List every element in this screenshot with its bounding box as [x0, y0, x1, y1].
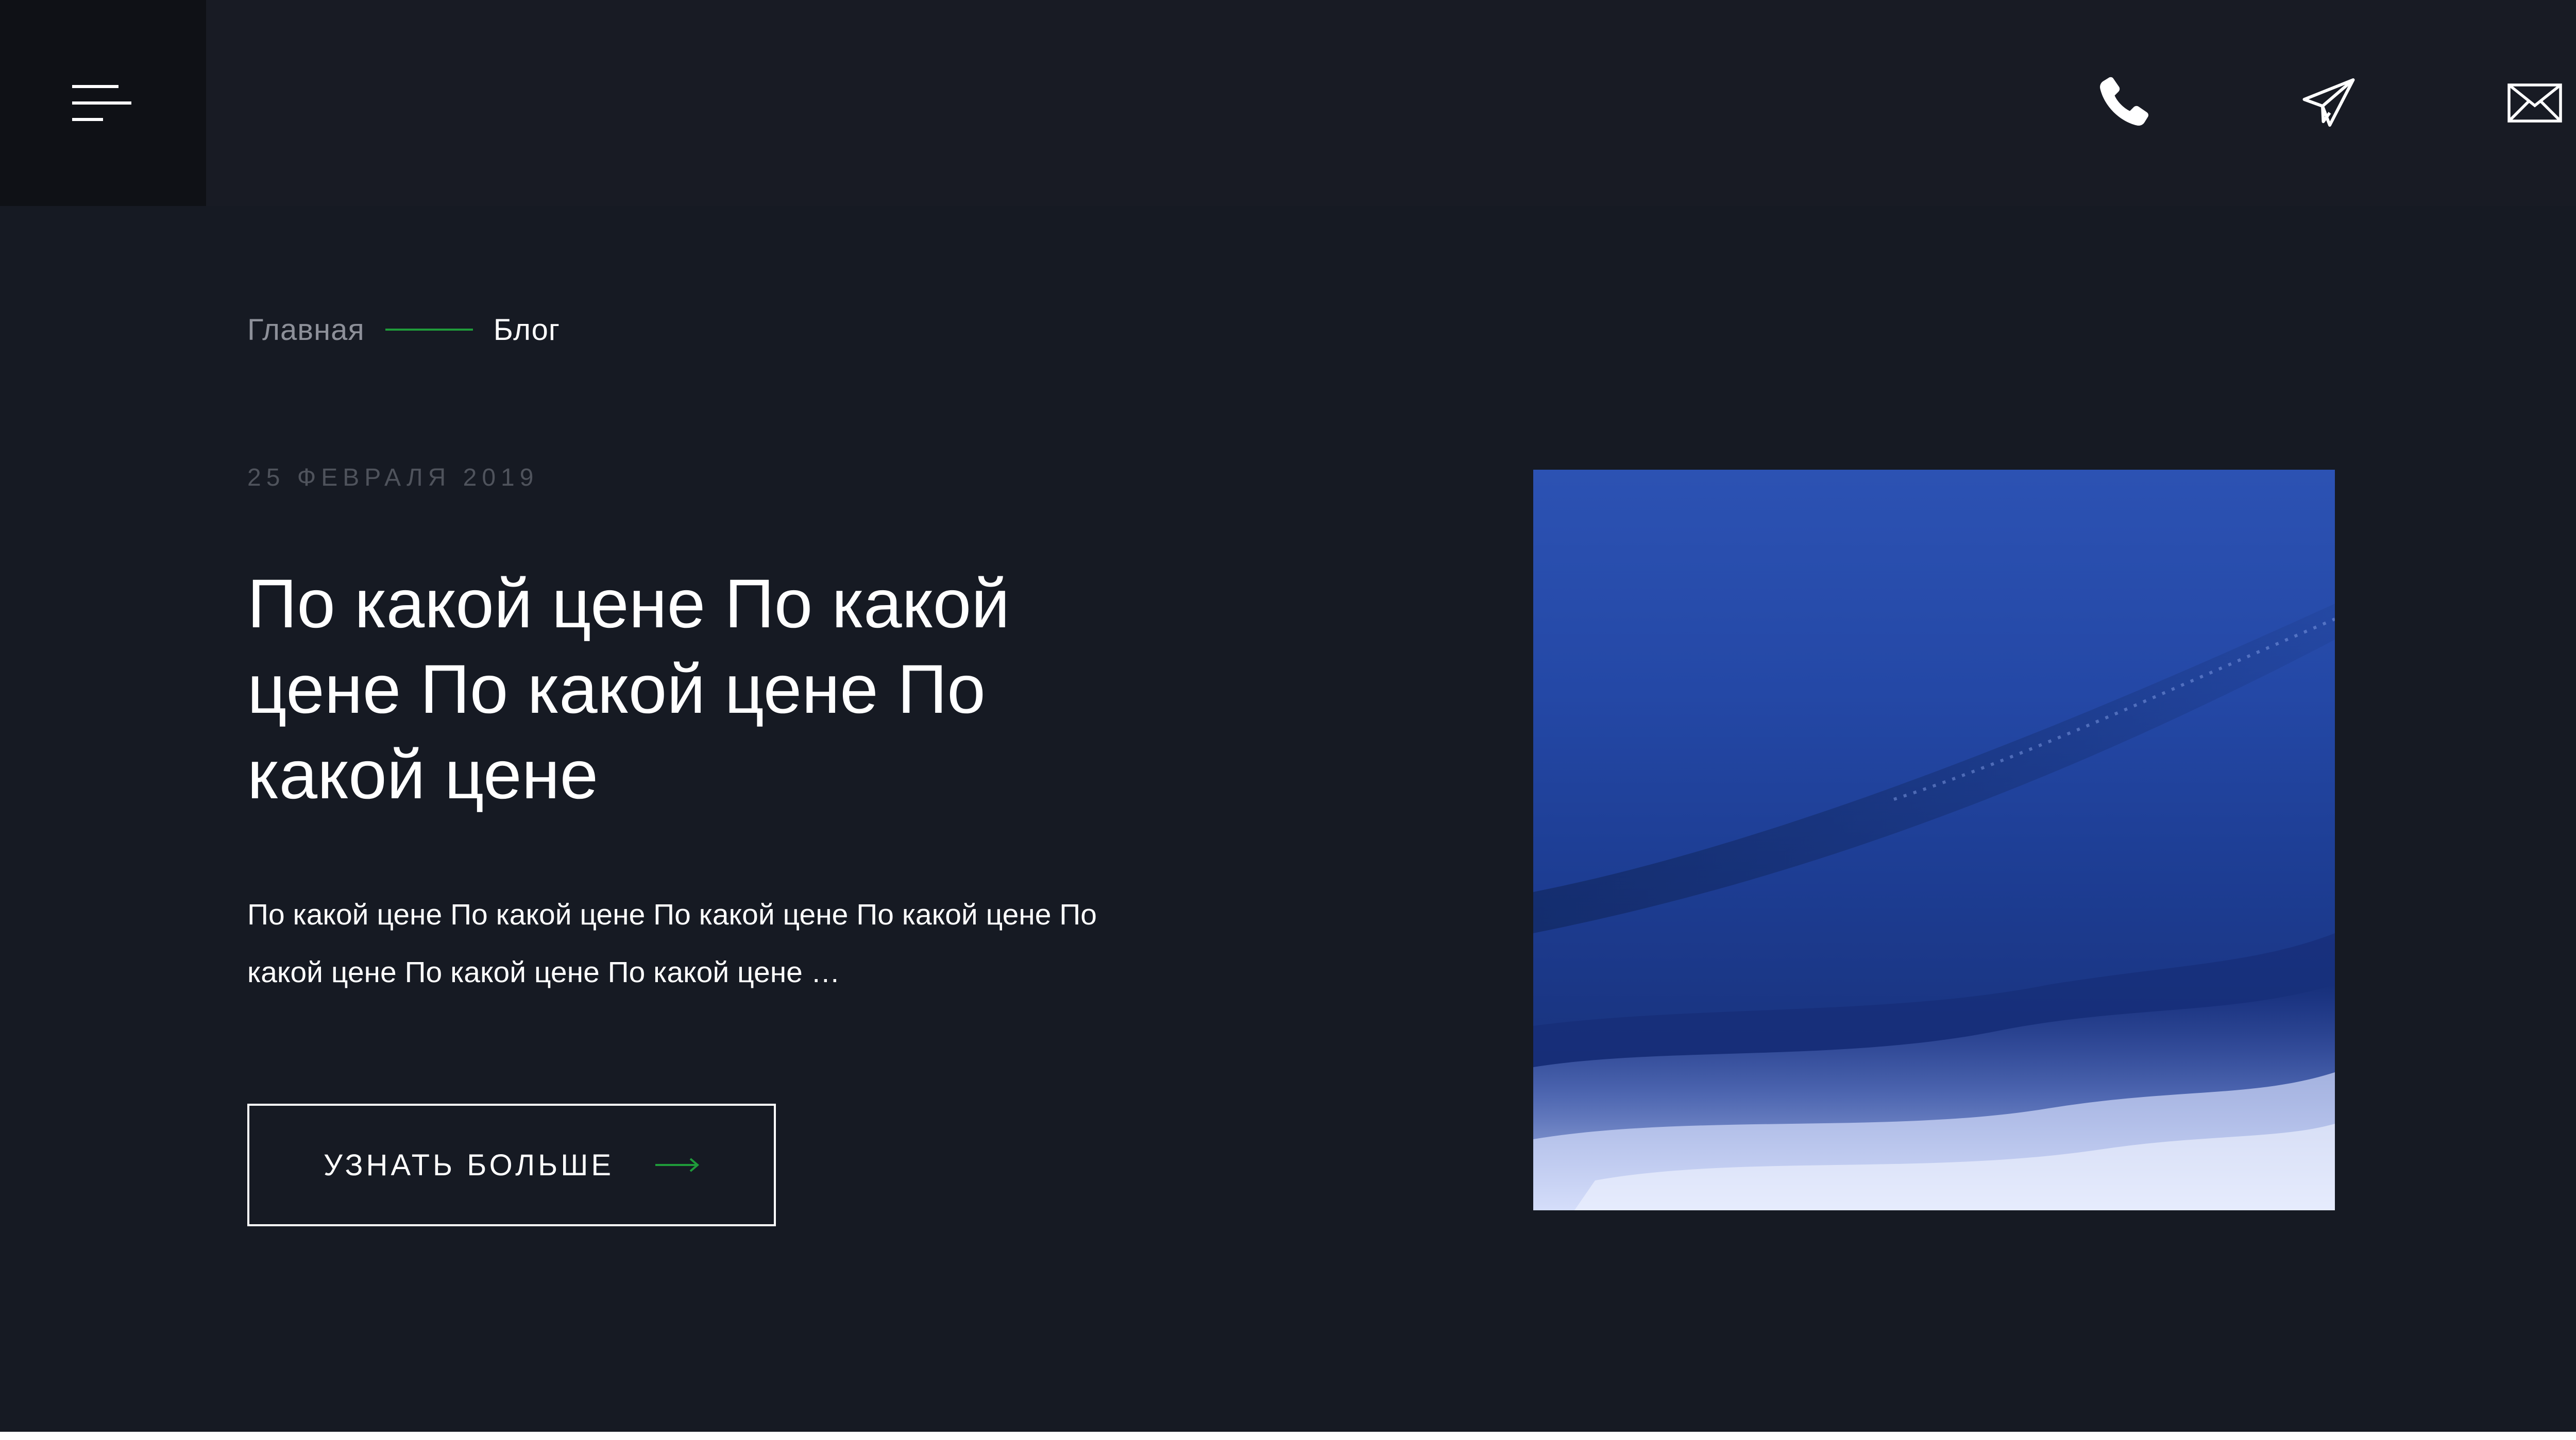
breadcrumb-current: Блог [493, 313, 561, 347]
breadcrumb: Главная Блог [247, 309, 560, 350]
breadcrumb-home-link[interactable]: Главная [247, 313, 365, 347]
menu-button[interactable] [0, 0, 206, 206]
post-excerpt: По какой цене По какой цене По какой цен… [247, 898, 1097, 989]
hamburger-menu-icon [72, 85, 131, 121]
post-title: По какой цене По какой цене По какой цен… [247, 565, 1010, 813]
post-date: 25 ФЕВРАЛЯ 2019 [247, 464, 539, 491]
telegram-link[interactable] [2298, 72, 2360, 134]
breadcrumb-separator [385, 329, 473, 331]
learn-more-label: УЗНАТЬ БОЛЬШЕ [323, 1148, 615, 1182]
phone-icon [2100, 77, 2149, 126]
telegram-icon [2302, 78, 2355, 127]
learn-more-button[interactable]: УЗНАТЬ БОЛЬШЕ [247, 1104, 776, 1226]
ocean-wave-photo [1533, 604, 2335, 1210]
arrow-right-icon [655, 1158, 700, 1172]
page: Главная Блог 25 ФЕВРАЛЯ 2019 По какой це… [0, 0, 2576, 1432]
phone-link[interactable] [2092, 72, 2154, 134]
mail-icon [2507, 83, 2562, 123]
top-bar [0, 0, 2576, 206]
mail-link[interactable] [2504, 72, 2566, 134]
post-image [1533, 470, 2335, 1210]
